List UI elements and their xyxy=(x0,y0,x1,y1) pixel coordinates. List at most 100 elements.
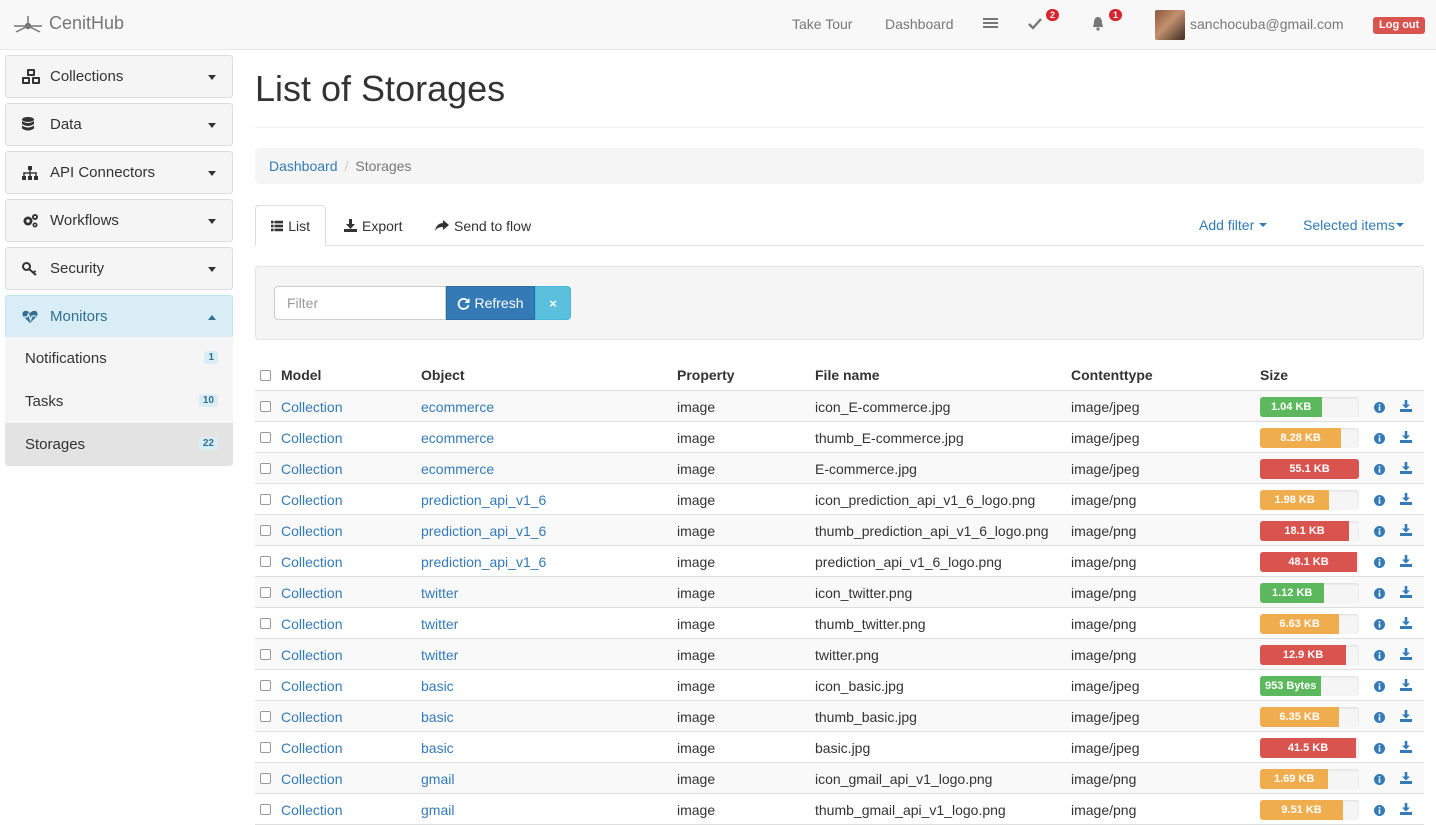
tasks-check-icon[interactable] xyxy=(1028,17,1042,33)
list-menu-icon[interactable] xyxy=(983,17,998,33)
sidebar-item-data[interactable]: Data xyxy=(5,103,233,146)
download-icon[interactable] xyxy=(1400,492,1412,508)
model-link[interactable]: Collection xyxy=(281,461,342,477)
selected-items-dropdown[interactable]: Selected items xyxy=(1303,217,1404,233)
object-link[interactable]: basic xyxy=(421,678,454,694)
object-link[interactable]: twitter xyxy=(421,647,458,663)
object-link[interactable]: prediction_api_v1_6 xyxy=(421,523,546,539)
model-link[interactable]: Collection xyxy=(281,678,342,694)
info-icon[interactable] xyxy=(1374,555,1385,571)
object-link[interactable]: gmail xyxy=(421,802,454,818)
row-checkbox[interactable] xyxy=(260,742,271,753)
info-icon[interactable] xyxy=(1374,431,1385,447)
download-icon[interactable] xyxy=(1400,399,1412,415)
info-icon[interactable] xyxy=(1374,710,1385,726)
model-link[interactable]: Collection xyxy=(281,399,342,415)
download-icon[interactable] xyxy=(1400,740,1412,756)
object-link[interactable]: ecommerce xyxy=(421,461,494,477)
row-checkbox[interactable] xyxy=(260,587,271,598)
row-checkbox[interactable] xyxy=(260,680,271,691)
user-email[interactable]: sanchocuba@gmail.com xyxy=(1190,16,1344,32)
download-icon[interactable] xyxy=(1400,709,1412,725)
object-link[interactable]: gmail xyxy=(421,771,454,787)
download-icon[interactable] xyxy=(1400,678,1412,694)
column-header-object[interactable]: Object xyxy=(421,367,465,383)
row-checkbox[interactable] xyxy=(260,401,271,412)
model-link[interactable]: Collection xyxy=(281,523,342,539)
row-checkbox[interactable] xyxy=(260,618,271,629)
object-link[interactable]: basic xyxy=(421,740,454,756)
model-link[interactable]: Collection xyxy=(281,492,342,508)
brand[interactable]: CenitHub xyxy=(12,13,124,34)
object-link[interactable]: basic xyxy=(421,709,454,725)
download-icon[interactable] xyxy=(1400,616,1412,632)
dashboard-link[interactable]: Dashboard xyxy=(885,16,954,32)
sidebar-item-collections[interactable]: Collections xyxy=(5,55,233,98)
bell-icon[interactable] xyxy=(1091,16,1105,34)
row-checkbox[interactable] xyxy=(260,432,271,443)
object-link[interactable]: twitter xyxy=(421,585,458,601)
download-icon[interactable] xyxy=(1400,461,1412,477)
info-icon[interactable] xyxy=(1374,462,1385,478)
row-checkbox[interactable] xyxy=(260,711,271,722)
object-link[interactable]: prediction_api_v1_6 xyxy=(421,492,546,508)
info-icon[interactable] xyxy=(1374,772,1385,788)
column-header-model[interactable]: Model xyxy=(281,367,321,383)
model-link[interactable]: Collection xyxy=(281,740,342,756)
download-icon[interactable] xyxy=(1400,585,1412,601)
row-checkbox[interactable] xyxy=(260,804,271,815)
model-link[interactable]: Collection xyxy=(281,647,342,663)
row-checkbox[interactable] xyxy=(260,556,271,567)
sidebar-subitem-storages[interactable]: Storages 22 xyxy=(5,423,233,466)
row-checkbox[interactable] xyxy=(260,773,271,784)
info-icon[interactable] xyxy=(1374,741,1385,757)
object-link[interactable]: ecommerce xyxy=(421,430,494,446)
row-checkbox[interactable] xyxy=(260,525,271,536)
download-icon[interactable] xyxy=(1400,802,1412,818)
column-header-property[interactable]: Property xyxy=(677,367,735,383)
column-header-file-name[interactable]: File name xyxy=(815,367,880,383)
model-link[interactable]: Collection xyxy=(281,709,342,725)
sidebar-item-api-connectors[interactable]: API Connectors xyxy=(5,151,233,194)
column-header-contenttype[interactable]: Contenttype xyxy=(1071,367,1153,383)
sidebar-subitem-notifications[interactable]: Notifications 1 xyxy=(5,337,233,380)
info-icon[interactable] xyxy=(1374,803,1385,819)
info-icon[interactable] xyxy=(1374,400,1385,416)
model-link[interactable]: Collection xyxy=(281,616,342,632)
info-icon[interactable] xyxy=(1374,679,1385,695)
info-icon[interactable] xyxy=(1374,524,1385,540)
download-icon[interactable] xyxy=(1400,771,1412,787)
tab-export[interactable]: Export xyxy=(329,205,417,246)
object-link[interactable]: prediction_api_v1_6 xyxy=(421,554,546,570)
column-header-size[interactable]: Size xyxy=(1260,367,1288,383)
model-link[interactable]: Collection xyxy=(281,771,342,787)
download-icon[interactable] xyxy=(1400,430,1412,446)
tab-list[interactable]: List xyxy=(255,205,326,246)
download-icon[interactable] xyxy=(1400,523,1412,539)
select-all-checkbox[interactable] xyxy=(260,370,271,381)
info-icon[interactable] xyxy=(1374,493,1385,509)
download-icon[interactable] xyxy=(1400,647,1412,663)
model-link[interactable]: Collection xyxy=(281,585,342,601)
info-icon[interactable] xyxy=(1374,586,1385,602)
info-icon[interactable] xyxy=(1374,617,1385,633)
sidebar-subitem-tasks[interactable]: Tasks 10 xyxy=(5,380,233,423)
model-link[interactable]: Collection xyxy=(281,802,342,818)
model-link[interactable]: Collection xyxy=(281,430,342,446)
filter-input[interactable] xyxy=(274,286,446,320)
breadcrumb-dashboard-link[interactable]: Dashboard xyxy=(269,158,338,174)
row-checkbox[interactable] xyxy=(260,494,271,505)
avatar[interactable] xyxy=(1155,10,1185,40)
logout-button[interactable]: Log out xyxy=(1373,17,1426,34)
row-checkbox[interactable] xyxy=(260,649,271,660)
refresh-button[interactable]: Refresh xyxy=(446,286,535,320)
object-link[interactable]: ecommerce xyxy=(421,399,494,415)
sidebar-item-workflows[interactable]: Workflows xyxy=(5,199,233,242)
row-checkbox[interactable] xyxy=(260,463,271,474)
download-icon[interactable] xyxy=(1400,554,1412,570)
object-link[interactable]: twitter xyxy=(421,616,458,632)
sidebar-item-security[interactable]: Security xyxy=(5,247,233,290)
model-link[interactable]: Collection xyxy=(281,554,342,570)
take-tour-link[interactable]: Take Tour xyxy=(792,16,852,32)
add-filter-dropdown[interactable]: Add filter xyxy=(1199,217,1268,233)
